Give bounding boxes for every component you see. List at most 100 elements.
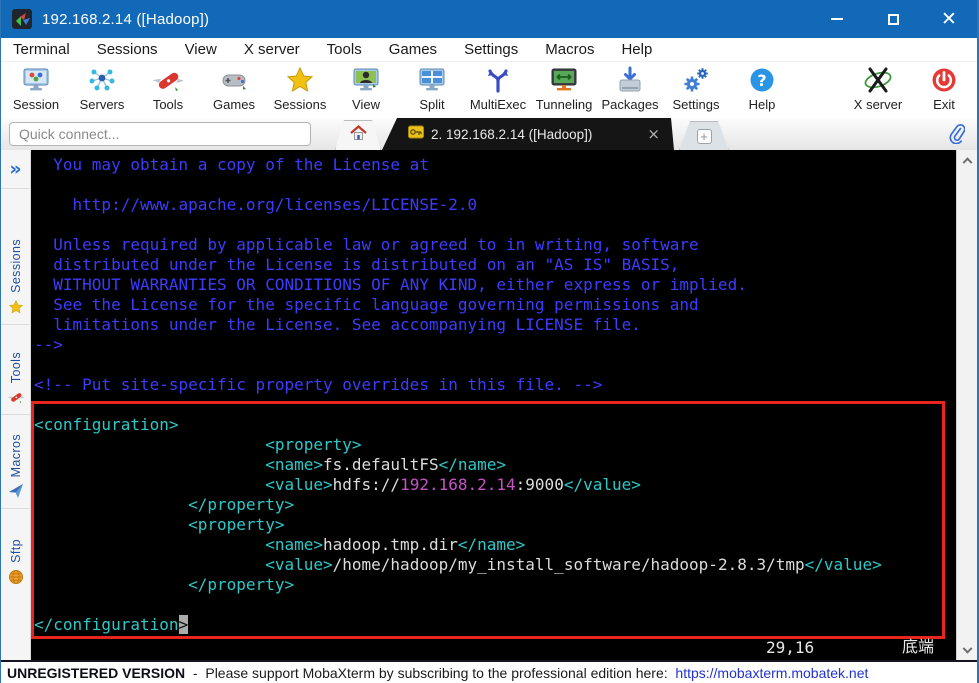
toolbar-button-exit[interactable]: Exit [911, 64, 977, 112]
swiss-knife-icon [152, 64, 184, 96]
terminal-line [34, 595, 882, 615]
sidebar-tab-sftp[interactable]: Sftp [1, 508, 30, 594]
help-question-icon: ? [746, 64, 778, 96]
star-icon [284, 64, 316, 96]
active-tab-label: 2. 192.168.2.14 ([Hadoop]) [431, 127, 592, 142]
maximize-icon [888, 14, 899, 25]
menu-item-x-server[interactable]: X server [244, 41, 300, 58]
scroll-down-button[interactable] [957, 642, 977, 660]
terminal-line: </configuration> [34, 615, 882, 635]
toolbar-button-tools[interactable]: Tools [135, 64, 201, 112]
toolbar-button-settings[interactable]: Settings [663, 64, 729, 112]
globe-icon [8, 569, 24, 585]
toolbar-button-session[interactable]: Session [3, 64, 69, 112]
menu-item-sessions[interactable]: Sessions [97, 41, 158, 58]
toolbar-button-tunneling[interactable]: Tunneling [531, 64, 597, 112]
terminal-line: --> [34, 335, 882, 355]
window-title: 192.168.2.14 ([Hadoop]) [42, 11, 209, 28]
new-tab-button[interactable]: + [679, 121, 729, 150]
multiexec-fork-icon [482, 64, 514, 96]
mobatek-link[interactable]: https://mobaxterm.mobatek.net [675, 665, 868, 681]
terminal-line: WITHOUT WARRANTIES OR CONDITIONS OF ANY … [34, 275, 882, 295]
power-icon [928, 64, 960, 96]
home-tab[interactable] [335, 120, 381, 150]
menu-item-terminal[interactable]: Terminal [13, 41, 70, 58]
terminal-line: <property> [34, 515, 882, 535]
toolbar-button-sessions[interactable]: Sessions [267, 64, 333, 112]
main-area: » Sessions Tools Macros Sftp You may obtain… [1, 150, 977, 660]
toolbar-label-x-server: X server [854, 97, 902, 112]
toolbar-label-view: View [352, 97, 380, 112]
terminal-line: <name>hadoop.tmp.dir</name> [34, 535, 882, 555]
toolbar-button-help[interactable]: ? Help [729, 64, 795, 112]
minimize-icon [831, 18, 843, 20]
chevron-down-icon [962, 643, 972, 653]
sidebar-tab-sessions[interactable]: Sessions [1, 188, 30, 324]
terminal-line [34, 175, 882, 195]
toolbar-label-help: Help [749, 97, 776, 112]
terminal-line: You may obtain a copy of the License at [34, 155, 882, 175]
key-icon [408, 125, 424, 144]
menu-item-help[interactable]: Help [621, 41, 652, 58]
toolbar-button-packages[interactable]: Packages [597, 64, 663, 112]
packages-drive-icon [614, 64, 646, 96]
minimize-button[interactable] [809, 0, 865, 38]
toolbar-label-multiexec: MultiExec [470, 97, 526, 112]
menu-item-macros[interactable]: Macros [545, 41, 594, 58]
sidebar-tab-label-sftp: Sftp [9, 539, 23, 563]
sidebar-tab-macros[interactable]: Macros [1, 414, 30, 508]
tab-close-icon[interactable]: × [647, 125, 660, 143]
view-monitor-icon [350, 64, 382, 96]
toolbar-button-multiexec[interactable]: MultiExec [465, 64, 531, 112]
menu-item-tools[interactable]: Tools [327, 41, 362, 58]
sidebar-expand-button[interactable]: » [1, 150, 30, 188]
toolbar-label-session: Session [13, 97, 59, 112]
chevron-up-icon [962, 157, 972, 167]
terminal-scrollbar[interactable] [956, 150, 977, 660]
terminal-line: <value>/home/hadoop/my_install_software/… [34, 555, 882, 575]
menu-item-view[interactable]: View [185, 41, 217, 58]
svg-text:?: ? [757, 71, 766, 90]
quick-connect-input[interactable] [9, 122, 311, 146]
toolbar-label-tools: Tools [153, 97, 183, 112]
terminal-line: </property> [34, 495, 882, 515]
terminal-line: <!-- Put site-specific property override… [34, 375, 882, 395]
terminal-line: Unless required by applicable law or agr… [34, 235, 882, 255]
active-session-tab[interactable]: 2. 192.168.2.14 ([Hadoop]) × [382, 118, 674, 150]
toolbar-button-games[interactable]: Games [201, 64, 267, 112]
toolbar-label-exit: Exit [933, 97, 955, 112]
toolbar-label-games: Games [213, 97, 255, 112]
terminal-line: http://www.apache.org/licenses/LICENSE-2… [34, 195, 882, 215]
x-server-icon [862, 64, 894, 96]
paperclip-icon[interactable] [949, 124, 965, 149]
toolbar-button-x-server[interactable]: X server [845, 64, 911, 112]
terminal-panel[interactable]: You may obtain a copy of the License at … [31, 150, 956, 660]
toolbar-button-view[interactable]: View [333, 64, 399, 112]
terminal-line: <property> [34, 435, 882, 455]
toolbar-label-split: Split [419, 97, 444, 112]
terminal-line: distributed under the License is distrib… [34, 255, 882, 275]
tunneling-monitor-icon [548, 64, 580, 96]
sidebar-tab-tools[interactable]: Tools [1, 324, 30, 414]
menu-item-settings[interactable]: Settings [464, 41, 518, 58]
terminal-line [34, 355, 882, 375]
sidebar-tab-label-tools: Tools [9, 352, 23, 383]
scroll-up-button[interactable] [957, 150, 977, 168]
terminal-line: limitations under the License. See accom… [34, 315, 882, 335]
footer-bar: UNREGISTERED VERSION - Please support Mo… [1, 660, 977, 683]
star-icon [8, 299, 24, 315]
gears-icon [680, 64, 712, 96]
swiss-knife-icon [8, 389, 24, 405]
close-button[interactable]: ✕ [921, 0, 977, 38]
maximize-button[interactable] [865, 0, 921, 38]
split-monitor-icon [416, 64, 448, 96]
toolbar-label-servers: Servers [80, 97, 125, 112]
terminal-line: <configuration> [34, 415, 882, 435]
gamepad-icon [218, 64, 250, 96]
toolbar-button-split[interactable]: Split [399, 64, 465, 112]
footer-message: - Please support MobaXterm by subscribin… [185, 665, 675, 681]
toolbar-button-servers[interactable]: Servers [69, 64, 135, 112]
menu-item-games[interactable]: Games [389, 41, 437, 58]
terminal-line: </property> [34, 575, 882, 595]
toolbar-label-packages: Packages [601, 97, 658, 112]
